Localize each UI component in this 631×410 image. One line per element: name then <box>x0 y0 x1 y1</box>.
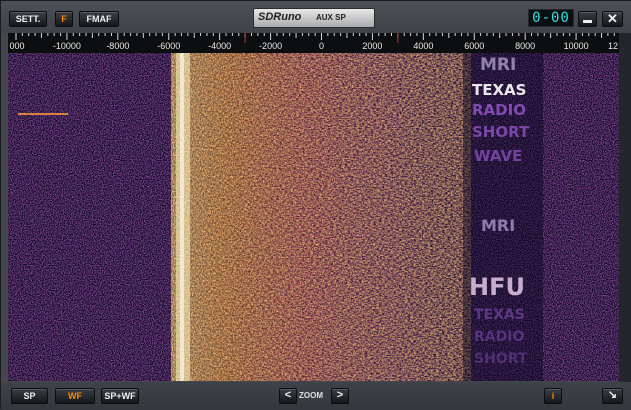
resize-button[interactable]: ↘ <box>602 388 623 404</box>
waterfall-display[interactable]: MRI TEXAS RADIO SHORT WAVE MRI HFU TEXAS RADIO SH… <box>8 53 619 381</box>
waterfall-text-line: TEXAS <box>474 307 525 323</box>
waterfall-text-line: TEXAS <box>472 81 527 99</box>
zoom-out-button[interactable]: < <box>279 388 297 404</box>
title-panel: SDRuno AUX SP <box>253 8 375 28</box>
info-button[interactable]: i <box>544 388 562 404</box>
bottom-bar: SP WF SP+WF < ZOOM > i ↘ <box>1 382 631 410</box>
waterfall-image <box>8 53 619 381</box>
minimize-icon <box>583 20 592 23</box>
waterfall-text-line: MRI <box>481 216 516 235</box>
chevron-right-icon: > <box>336 389 344 401</box>
info-icon: i <box>551 391 555 401</box>
panel-name: AUX SP <box>316 13 346 22</box>
settings-button[interactable]: SETT. <box>9 11 47 27</box>
scale-label: 10000 <box>563 41 589 51</box>
app-logo: SDRuno <box>258 11 302 23</box>
chevron-left-icon: < <box>284 389 292 401</box>
waterfall-text-line: HFU <box>469 273 525 301</box>
scale-label: -4000 <box>208 41 232 51</box>
sdr-aux-window: SETT. F FMAF SDRuno AUX SP 0-00 ✕ 000 -10… <box>0 0 631 410</box>
resize-arrow-icon: ↘ <box>607 389 618 401</box>
scale-label: -2000 <box>259 41 283 51</box>
minimize-button[interactable] <box>578 11 597 27</box>
scale-label: 8000 <box>515 41 536 51</box>
zoom-label: ZOOM <box>299 391 323 400</box>
close-button[interactable]: ✕ <box>602 11 623 27</box>
close-icon: ✕ <box>607 11 618 26</box>
scale-label: -8000 <box>106 41 130 51</box>
fmaf-button[interactable]: FMAF <box>79 11 119 27</box>
scale-label: 0 <box>318 41 325 51</box>
frequency-scale[interactable]: 000 -10000 -8000 -6000 -4000 -2000 0 2000 4000 60… <box>8 33 619 53</box>
scale-label: 2000 <box>362 41 383 51</box>
scale-label: 12 <box>607 41 619 51</box>
waterfall-text-line: WAVE <box>474 147 523 165</box>
waterfall-text-line: SHORT <box>472 123 530 141</box>
scale-label: -6000 <box>157 41 181 51</box>
scale-label: 000 <box>9 41 25 51</box>
waterfall-text-line: RADIO <box>472 101 526 119</box>
title-bar[interactable]: SETT. F FMAF SDRuno AUX SP 0-00 ✕ <box>1 1 631 33</box>
scale-label: 4000 <box>413 41 434 51</box>
f-button[interactable]: F <box>55 11 73 27</box>
wf-button[interactable]: WF <box>55 388 95 404</box>
scale-label: 6000 <box>464 41 485 51</box>
waterfall-text-line: MRI <box>480 55 517 75</box>
right-edge-bar <box>619 33 631 383</box>
sp-wf-button[interactable]: SP+WF <box>101 388 139 404</box>
waterfall-text-line: RADIO <box>474 329 525 345</box>
sp-button[interactable]: SP <box>11 388 48 404</box>
channel-display: 0-00 <box>528 9 574 27</box>
scale-label: -10000 <box>52 41 81 51</box>
waterfall-text-line: SHORT <box>474 351 528 367</box>
zoom-in-button[interactable]: > <box>331 388 349 404</box>
